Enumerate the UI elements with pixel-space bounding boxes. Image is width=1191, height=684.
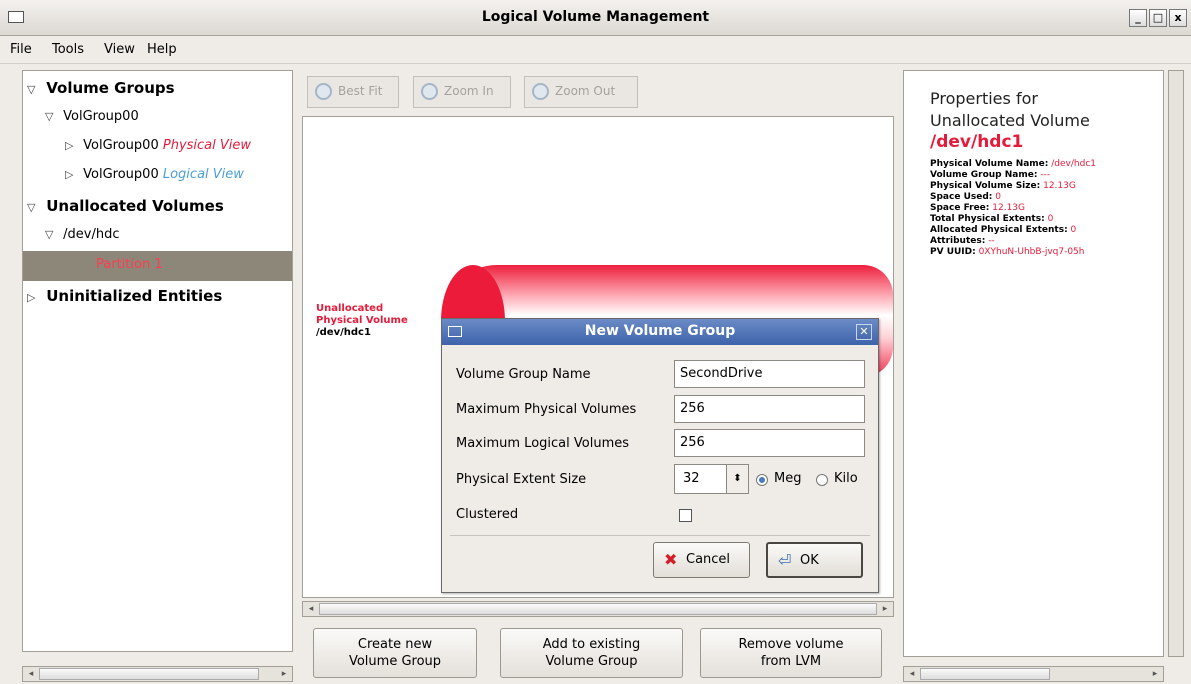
prop-row: Total Physical Extents: 0 — [930, 214, 1054, 224]
max-pv-input[interactable]: 256 — [674, 395, 865, 423]
ok-icon: ⏎ — [778, 551, 792, 570]
collapsed-triangle-icon[interactable]: ▷ — [65, 139, 79, 152]
tree-partition-1-selected[interactable]: Partition 1 — [23, 251, 292, 281]
expanded-triangle-icon[interactable]: ▽ — [27, 201, 41, 214]
extent-size-spinner[interactable]: 32 ⬍ — [674, 464, 749, 494]
properties-panel: Properties for Unallocated Volume /dev/h… — [903, 70, 1164, 657]
max-pv-label: Maximum Physical Volumes — [456, 402, 637, 417]
tree-physical-view[interactable]: ▷ VolGroup00 Physical View — [65, 138, 251, 153]
create-volume-group-button[interactable]: Create new Volume Group — [313, 628, 477, 678]
menu-tools[interactable]: Tools — [52, 42, 84, 57]
scroll-right-icon[interactable]: ▸ — [878, 602, 892, 616]
close-button[interactable]: x — [1169, 9, 1187, 27]
tree-unallocated-volumes[interactable]: ▽ Unallocated Volumes — [27, 197, 224, 215]
clustered-checkbox[interactable] — [679, 509, 692, 522]
prop-row: Physical Volume Size: 12.13G — [930, 181, 1076, 191]
minimize-button[interactable]: _ — [1129, 9, 1147, 27]
clustered-label: Clustered — [456, 507, 519, 522]
ok-button[interactable]: ⏎ OK — [766, 542, 863, 578]
tree-logical-view[interactable]: ▷ VolGroup00 Logical View — [65, 167, 244, 182]
menu-help[interactable]: Help — [147, 42, 177, 57]
tree-volgroup00[interactable]: ▽ VolGroup00 — [45, 109, 139, 124]
max-lv-label: Maximum Logical Volumes — [456, 436, 629, 451]
meg-radio[interactable] — [756, 474, 768, 486]
expanded-triangle-icon[interactable]: ▽ — [45, 228, 59, 241]
prop-row: Space Free: 12.13G — [930, 203, 1026, 213]
properties-heading: Properties for — [930, 89, 1038, 108]
window-titlebar[interactable]: Logical Volume Management _ □ x — [0, 0, 1191, 36]
prop-row: PV UUID: 0XYhuN-UhbB-jvq7-05h — [930, 247, 1085, 257]
zoom-out-button[interactable]: Zoom Out — [524, 76, 638, 108]
scroll-right-icon[interactable]: ▸ — [277, 667, 291, 681]
meg-radio-label[interactable]: Meg — [774, 471, 801, 486]
dialog-separator — [450, 535, 870, 536]
menu-file[interactable]: File — [10, 42, 32, 57]
vg-name-input[interactable]: SecondDrive — [674, 360, 865, 388]
scroll-left-icon[interactable]: ◂ — [905, 667, 919, 681]
menu-bar: File Tools View Help — [0, 36, 1191, 64]
dialog-titlebar[interactable]: New Volume Group ✕ — [442, 319, 878, 345]
prop-row: Physical Volume Name: /dev/hdc1 — [930, 159, 1096, 169]
lvm-tree: ▽ Volume Groups ▽ VolGroup00 ▷ VolGroup0… — [22, 70, 293, 652]
best-fit-button[interactable]: Best Fit — [307, 76, 399, 108]
vg-name-label: Volume Group Name — [456, 367, 591, 382]
canvas-label-physical-volume: Physical Volume — [316, 315, 408, 326]
maximize-button[interactable]: □ — [1149, 9, 1167, 27]
cancel-button[interactable]: ✖ Cancel — [653, 542, 750, 578]
cancel-x-icon: ✖ — [664, 550, 678, 569]
scroll-thumb[interactable] — [319, 603, 877, 615]
scroll-thumb[interactable] — [920, 668, 1050, 680]
magnifier-icon — [315, 83, 332, 100]
expanded-triangle-icon[interactable]: ▽ — [45, 110, 59, 123]
tree-uninitialized-entities[interactable]: ▷ Uninitialized Entities — [27, 287, 222, 305]
kilo-radio-label[interactable]: Kilo — [834, 471, 858, 486]
scroll-right-icon[interactable]: ▸ — [1148, 667, 1162, 681]
max-lv-input[interactable]: 256 — [674, 429, 865, 457]
remove-volume-button[interactable]: Remove volume from LVM — [700, 628, 882, 678]
prop-row: Attributes: -- — [930, 236, 995, 246]
prop-row: Volume Group Name: --- — [930, 170, 1051, 180]
properties-vertical-scrollbar[interactable] — [1168, 70, 1184, 657]
canvas-label-device: /dev/hdc1 — [316, 327, 371, 338]
tree-volume-groups[interactable]: ▽ Volume Groups — [27, 79, 175, 97]
tree-horizontal-scrollbar[interactable]: ◂ ▸ — [22, 666, 293, 682]
collapsed-triangle-icon[interactable]: ▷ — [27, 291, 41, 304]
magnifier-icon — [532, 83, 549, 100]
new-volume-group-dialog: New Volume Group ✕ Volume Group Name Sec… — [441, 318, 879, 593]
menu-view[interactable]: View — [104, 42, 135, 57]
scroll-left-icon[interactable]: ◂ — [304, 602, 318, 616]
extent-size-label: Physical Extent Size — [456, 472, 587, 487]
expanded-triangle-icon[interactable]: ▽ — [27, 83, 41, 96]
dialog-close-icon[interactable]: ✕ — [856, 324, 872, 340]
properties-subheading: Unallocated Volume — [930, 111, 1090, 130]
properties-device: /dev/hdc1 — [930, 132, 1024, 152]
collapsed-triangle-icon[interactable]: ▷ — [65, 168, 79, 181]
scroll-left-icon[interactable]: ◂ — [24, 667, 38, 681]
dialog-title: New Volume Group — [584, 323, 736, 339]
zoom-in-button[interactable]: Zoom In — [413, 76, 511, 108]
magnifier-icon — [421, 83, 438, 100]
canvas-horizontal-scrollbar[interactable]: ◂ ▸ — [302, 601, 894, 617]
scroll-thumb[interactable] — [39, 668, 259, 680]
spinner-arrows-icon[interactable]: ⬍ — [726, 465, 748, 493]
canvas-label-unallocated: Unallocated — [316, 303, 384, 314]
prop-row: Space Used: 0 — [930, 192, 1001, 202]
prop-row: Allocated Physical Extents: 0 — [930, 225, 1077, 235]
add-to-volume-group-button[interactable]: Add to existing Volume Group — [500, 628, 683, 678]
properties-horizontal-scrollbar[interactable]: ◂ ▸ — [903, 666, 1164, 682]
tree-dev-hdc[interactable]: ▽ /dev/hdc — [45, 227, 119, 242]
kilo-radio[interactable] — [816, 474, 828, 486]
window-title: Logical Volume Management — [481, 9, 710, 25]
